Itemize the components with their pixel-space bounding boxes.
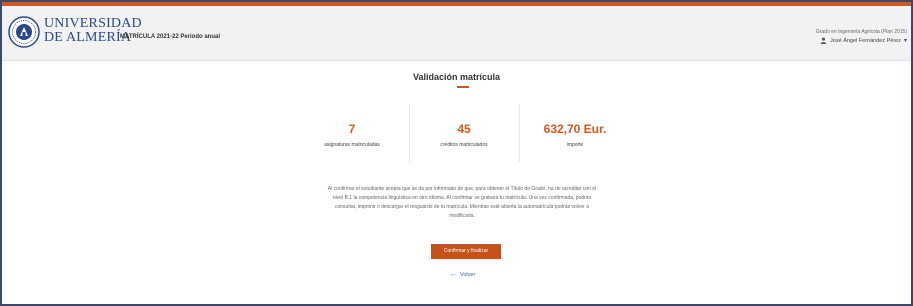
stat-label: asignaturas matriculadas bbox=[324, 142, 380, 148]
arrow-left-icon: ← bbox=[450, 271, 457, 278]
user-icon bbox=[820, 37, 827, 45]
back-link[interactable]: ← Volver bbox=[450, 271, 475, 278]
university-seal-icon bbox=[8, 16, 40, 48]
confirmation-notice: Al confirmar el estudiante acepta que se… bbox=[327, 186, 597, 219]
stat-divider bbox=[409, 104, 410, 162]
stat-label: créditos matriculados bbox=[440, 142, 488, 148]
stat-value: 45 bbox=[457, 122, 471, 136]
page-title: Validación matrícula bbox=[412, 72, 501, 82]
confirm-button[interactable]: Confirmar y finalizar bbox=[431, 244, 501, 259]
stat-divider bbox=[519, 104, 520, 162]
user-name: José Ángel Fernández Pérez bbox=[830, 38, 901, 44]
degree-label: Grado en Ingeniería Agrícola (Plan 2015) bbox=[815, 29, 907, 35]
caret-down-icon: ▾ bbox=[903, 38, 907, 44]
university-logo[interactable]: UNIVERSIDAD DE ALMERÍA bbox=[8, 16, 142, 48]
stat-subjects: 7 asignaturas matriculadas bbox=[299, 104, 405, 162]
user-menu[interactable]: José Ángel Fernández Pérez ▾ bbox=[816, 36, 907, 46]
title-underline bbox=[457, 86, 469, 88]
stat-label: importe bbox=[566, 142, 584, 148]
stat-value: 632,70 Eur. bbox=[543, 122, 607, 136]
stat-credits: 45 créditos matriculados bbox=[411, 104, 517, 162]
header: UNIVERSIDAD DE ALMERÍA MATRÍCULA 2021-22… bbox=[2, 6, 911, 61]
stat-amount: 632,70 Eur. importe bbox=[521, 104, 629, 162]
stat-value: 7 bbox=[348, 122, 356, 136]
stats-panel: 7 asignaturas matriculadas 45 créditos m… bbox=[299, 104, 619, 162]
user-panel: Grado en Ingeniería Agrícola (Plan 2015)… bbox=[816, 28, 907, 46]
page-header-title: MATRÍCULA 2021-22 Periodo anual bbox=[120, 34, 221, 40]
app-window: UNIVERSIDAD DE ALMERÍA MATRÍCULA 2021-22… bbox=[0, 0, 913, 306]
university-name: UNIVERSIDAD DE ALMERÍA bbox=[44, 17, 142, 45]
back-label: Volver bbox=[460, 272, 476, 278]
logo-line-1: UNIVERSIDAD bbox=[44, 16, 142, 31]
